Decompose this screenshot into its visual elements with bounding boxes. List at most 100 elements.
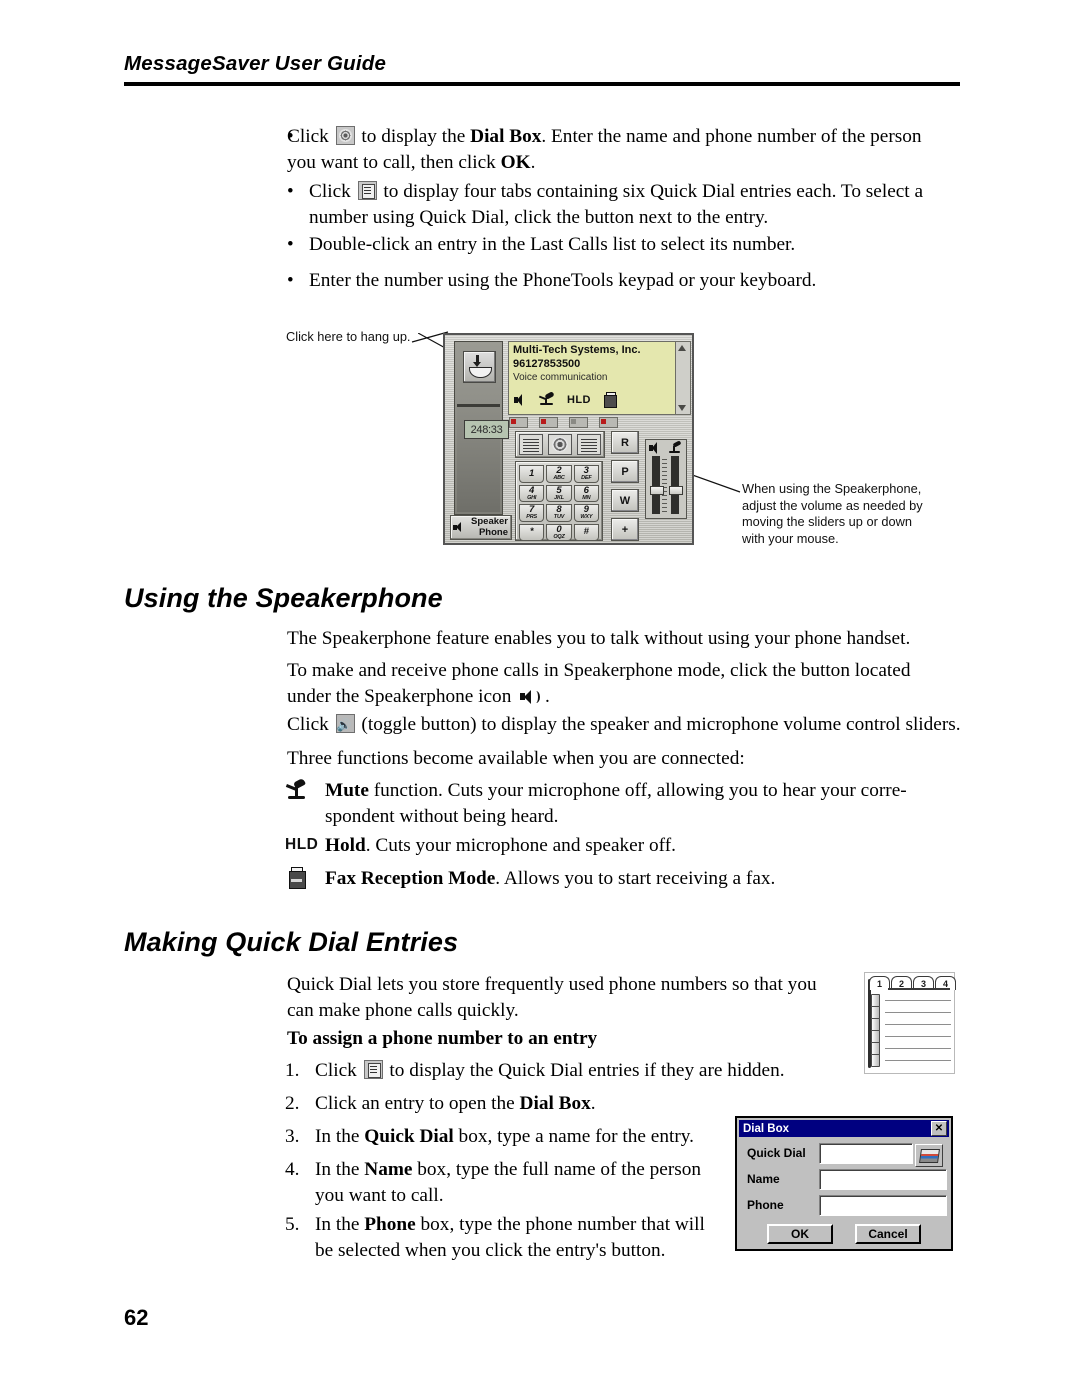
bullet-4-text: Enter the number using the PhoneTools ke… bbox=[309, 270, 817, 291]
key-w[interactable]: W bbox=[611, 489, 639, 512]
list-item[interactable] bbox=[871, 1005, 951, 1019]
display-mode: Voice communication bbox=[513, 372, 608, 383]
quick-dial-icon[interactable] bbox=[577, 434, 602, 455]
keypad-key[interactable]: 4 GHI bbox=[519, 484, 545, 502]
entry-button[interactable] bbox=[871, 1005, 880, 1019]
step-1-pre: Click bbox=[315, 1060, 362, 1081]
entry-line bbox=[885, 999, 951, 1001]
dialer-keypad: 1 2 ABC 3 DEF 4 GHI 5 JKL 6 MN 7 PRS 8 TUV 9 WXY… bbox=[515, 461, 603, 541]
quick-dial-icon[interactable] bbox=[357, 181, 377, 200]
keypad-key[interactable]: 9 WXY bbox=[573, 504, 599, 522]
list-item[interactable] bbox=[871, 1017, 951, 1031]
scroll-up-icon[interactable] bbox=[678, 345, 686, 351]
quick-dial-tab-rule bbox=[888, 988, 950, 990]
keypad-key[interactable]: 6 MN bbox=[573, 484, 599, 502]
hang-up-button[interactable] bbox=[463, 351, 496, 383]
dialer-lcd-display: Multi-Tech Systems, Inc. 96127853500 Voi… bbox=[508, 341, 676, 415]
tab-1[interactable]: 1 bbox=[869, 976, 890, 990]
fax-icon bbox=[287, 867, 307, 889]
entry-button[interactable] bbox=[871, 1053, 880, 1067]
function-button-row bbox=[515, 431, 605, 458]
list-item[interactable] bbox=[871, 1053, 951, 1067]
bullet-text: Click to display the Dial Box. Enter the… bbox=[287, 124, 940, 175]
speaker-icon bbox=[453, 522, 465, 533]
function-list-text: Mute function. Cuts your microphone off,… bbox=[325, 778, 938, 829]
keypad-key[interactable]: 0 OQZ bbox=[546, 523, 572, 541]
keypad-key[interactable]: 8 TUV bbox=[546, 504, 572, 522]
mute-icon[interactable] bbox=[538, 391, 555, 406]
function-mute-desc: function. Cuts your microphone off, allo… bbox=[325, 780, 907, 827]
entry-button[interactable] bbox=[871, 1029, 880, 1043]
keypad-key[interactable]: 3 DEF bbox=[573, 465, 599, 483]
dial-box-dialog: Dial Box ✕ Quick Dial Name Phone OK Canc… bbox=[735, 1116, 953, 1251]
list-item: • Double-click an entry in the Last Call… bbox=[287, 232, 962, 258]
speaker-volume-thumb[interactable] bbox=[650, 486, 664, 495]
keypad-key[interactable]: # bbox=[573, 523, 599, 541]
list-item: • Click to display four tabs containing … bbox=[287, 179, 962, 230]
keypad-key[interactable]: 7 PRS bbox=[519, 504, 545, 522]
entry-line bbox=[885, 1035, 951, 1037]
volume-toggle-icon[interactable] bbox=[335, 714, 355, 733]
led-indicator bbox=[599, 417, 618, 428]
quick-dial-icon[interactable] bbox=[363, 1060, 383, 1079]
key-r[interactable]: R bbox=[611, 431, 639, 454]
call-timer: 248:33 bbox=[464, 420, 509, 439]
entry-button[interactable] bbox=[871, 1017, 880, 1031]
cancel-button[interactable]: Cancel bbox=[855, 1224, 921, 1244]
function-fax-label: Fax Reception Mode bbox=[325, 868, 496, 889]
keypad-key[interactable]: 5 JKL bbox=[546, 484, 572, 502]
function-list-text: Hold. Cuts your microphone and speaker o… bbox=[325, 833, 938, 859]
phonebook-icon[interactable] bbox=[915, 1144, 943, 1167]
mic-volume-track[interactable] bbox=[671, 456, 679, 514]
keypad-key[interactable]: 2 ABC bbox=[546, 465, 572, 483]
bullet-1-seg-7: . bbox=[530, 151, 536, 173]
step-1-post: to display the Quick Dial entries if the… bbox=[384, 1060, 785, 1081]
speakerphone-p3-text-b: (toggle button) to display the speaker a… bbox=[356, 714, 961, 735]
bullet-3-text: Double-click an entry in the Last Calls … bbox=[309, 234, 796, 255]
key-p[interactable]: P bbox=[611, 460, 639, 483]
bullet-1-bold-ok: OK bbox=[500, 151, 531, 173]
scroll-down-icon[interactable] bbox=[678, 405, 686, 411]
dial-box-icon[interactable] bbox=[335, 126, 355, 145]
speaker-icon[interactable] bbox=[514, 394, 527, 406]
running-head: MessageSaver User Guide bbox=[124, 52, 387, 75]
entry-button[interactable] bbox=[871, 1041, 880, 1055]
dial-box-icon[interactable] bbox=[547, 434, 572, 455]
phone-input[interactable] bbox=[819, 1194, 947, 1216]
microphone-icon bbox=[668, 440, 682, 454]
quickdial-paragraph-1: Quick Dial lets you store frequently use… bbox=[287, 974, 817, 1021]
speakerphone-paragraph-3: Click (toggle button) to display the spe… bbox=[287, 712, 967, 738]
mute-icon bbox=[285, 777, 309, 803]
step-text: In the Name box, type the full name of t… bbox=[315, 1157, 715, 1208]
led-indicator-row bbox=[509, 417, 618, 428]
led-indicator bbox=[569, 417, 588, 428]
name-input[interactable] bbox=[819, 1168, 947, 1190]
function-list-text: Fax Reception Mode. Allows you to start … bbox=[325, 866, 938, 892]
keypad-key[interactable]: * bbox=[519, 523, 545, 541]
bullet-glyph: • bbox=[287, 234, 294, 255]
speakerphone-p3-text-a: Click bbox=[287, 714, 334, 735]
step-4-pre: In the bbox=[315, 1159, 365, 1180]
ok-button[interactable]: OK bbox=[767, 1224, 833, 1244]
key-plus[interactable]: + bbox=[611, 518, 639, 541]
list-item[interactable] bbox=[871, 993, 951, 1007]
slider-ticks bbox=[662, 458, 667, 512]
speakerphone-button[interactable]: Speaker Phone bbox=[450, 515, 512, 540]
step-3-pre: In the bbox=[315, 1126, 365, 1147]
phone-field-row: Phone bbox=[747, 1194, 947, 1216]
last-calls-button[interactable] bbox=[518, 434, 543, 455]
name-label: Name bbox=[747, 1172, 780, 1186]
mic-volume-thumb[interactable] bbox=[669, 486, 683, 495]
entry-line bbox=[885, 1047, 951, 1049]
speaker-volume-track[interactable] bbox=[652, 456, 660, 514]
list-item[interactable] bbox=[871, 1029, 951, 1043]
hold-label[interactable]: HLD bbox=[567, 394, 591, 406]
speakerphone-label-line2: Phone bbox=[478, 526, 508, 538]
fax-icon[interactable] bbox=[603, 392, 617, 408]
keypad-key[interactable]: 1 bbox=[519, 465, 545, 483]
display-scrollbar[interactable] bbox=[675, 341, 691, 415]
entry-button[interactable] bbox=[871, 993, 880, 1007]
close-icon[interactable]: ✕ bbox=[931, 1121, 947, 1136]
list-item[interactable] bbox=[871, 1041, 951, 1055]
quick-dial-input[interactable] bbox=[819, 1142, 913, 1164]
